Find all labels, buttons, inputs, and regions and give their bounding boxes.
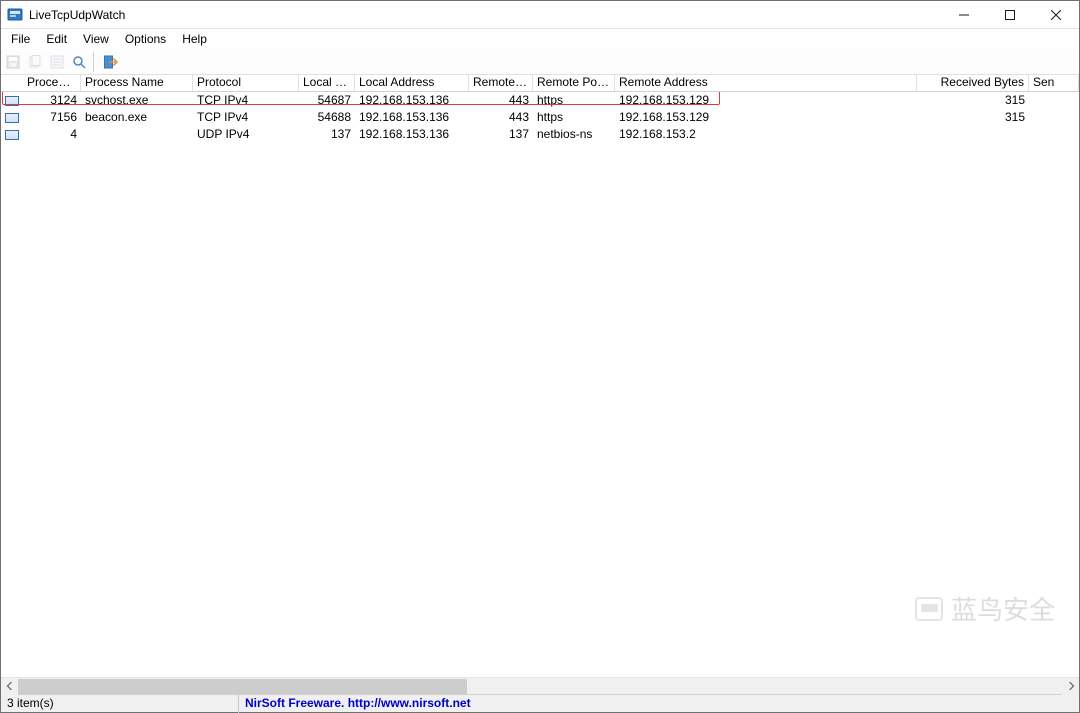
cell-laddr: 192.168.153.136 <box>355 92 469 109</box>
row-icon <box>5 96 19 106</box>
table-row[interactable]: 3124svchost.exeTCP IPv454687192.168.153.… <box>1 92 1079 109</box>
column-header-pname[interactable]: Process Name <box>81 74 193 91</box>
cell-pname: beacon.exe <box>81 109 193 126</box>
cell-rbytes: 315 <box>917 109 1029 126</box>
cell-pname: svchost.exe <box>81 92 193 109</box>
cell-pid: 3124 <box>23 92 81 109</box>
scroll-left-button[interactable] <box>1 678 18 695</box>
row-icon <box>5 130 19 140</box>
cell-rport: 443 <box>469 92 533 109</box>
save-icon[interactable] <box>3 52 23 72</box>
toolbar-separator <box>93 52 97 72</box>
exit-icon[interactable] <box>101 52 121 72</box>
cell-lport: 54688 <box>299 109 355 126</box>
window-title: LiveTcpUdpWatch <box>29 8 125 22</box>
app-icon <box>7 7 23 23</box>
cell-pid: 7156 <box>23 109 81 126</box>
cell-raddr: 192.168.153.129 <box>615 92 917 109</box>
row-icon <box>5 113 19 123</box>
column-header-laddr[interactable]: Local Address <box>355 74 469 91</box>
menu-file[interactable]: File <box>3 31 38 47</box>
watermark-text: 蓝鸟安全 <box>951 590 1055 627</box>
cell-raddr: 192.168.153.2 <box>615 126 917 143</box>
cell-pname <box>81 126 193 143</box>
app-window: LiveTcpUdpWatch FileEditViewOptionsHelp <box>0 0 1080 713</box>
watermark: 蓝鸟安全 <box>915 590 1055 627</box>
minimize-button[interactable] <box>941 1 987 29</box>
horizontal-scrollbar[interactable] <box>1 677 1079 694</box>
cell-proto: TCP IPv4 <box>193 92 299 109</box>
column-headers: Process IDProcess NameProtocolLocal Port… <box>1 75 1079 92</box>
column-header-rport[interactable]: Remote Port <box>469 74 533 91</box>
menu-view[interactable]: View <box>75 31 117 47</box>
close-button[interactable] <box>1033 1 1079 29</box>
cell-rbytes: 315 <box>917 92 1029 109</box>
cell-rport: 137 <box>469 126 533 143</box>
table-row[interactable]: 4UDP IPv4137192.168.153.136137netbios-ns… <box>1 126 1079 143</box>
menubar: FileEditViewOptionsHelp <box>1 29 1079 49</box>
table-row[interactable]: 7156beacon.exeTCP IPv454688192.168.153.1… <box>1 109 1079 126</box>
data-area: 3124svchost.exeTCP IPv454687192.168.153.… <box>1 92 1079 677</box>
cell-laddr: 192.168.153.136 <box>355 126 469 143</box>
menu-help[interactable]: Help <box>174 31 215 47</box>
column-header-raddr[interactable]: Remote Address <box>615 74 917 91</box>
cell-icon <box>1 109 23 126</box>
menu-edit[interactable]: Edit <box>38 31 75 47</box>
properties-icon[interactable] <box>47 52 67 72</box>
statusbar: 3 item(s) NirSoft Freeware. http://www.n… <box>1 694 1079 712</box>
maximize-button[interactable] <box>987 1 1033 29</box>
cell-raddr: 192.168.153.129 <box>615 109 917 126</box>
column-header-icon[interactable] <box>1 74 23 91</box>
scroll-thumb[interactable] <box>18 679 467 694</box>
titlebar: LiveTcpUdpWatch <box>1 1 1079 29</box>
cell-sent <box>1029 92 1079 109</box>
cell-rport: 443 <box>469 109 533 126</box>
cell-rbytes <box>917 126 1029 143</box>
cell-pid: 4 <box>23 126 81 143</box>
cell-laddr: 192.168.153.136 <box>355 109 469 126</box>
watermark-icon <box>915 597 943 621</box>
toolbar <box>1 49 1079 75</box>
status-item-count: 3 item(s) <box>1 695 239 713</box>
cell-icon <box>1 92 23 109</box>
cell-sent <box>1029 109 1079 126</box>
column-header-lport[interactable]: Local Port <box>299 74 355 91</box>
cell-icon <box>1 126 23 143</box>
cell-lport: 54687 <box>299 92 355 109</box>
cell-sent <box>1029 126 1079 143</box>
column-header-pid[interactable]: Process ID <box>23 74 81 91</box>
cell-rportn: netbios-ns <box>533 126 615 143</box>
column-header-sent[interactable]: Sen <box>1029 74 1079 91</box>
table-rows: 3124svchost.exeTCP IPv454687192.168.153.… <box>1 92 1079 143</box>
copy-icon[interactable] <box>25 52 45 72</box>
column-header-rportn[interactable]: Remote Port ... <box>533 74 615 91</box>
scroll-right-button[interactable] <box>1062 678 1079 695</box>
scroll-track[interactable] <box>18 678 1062 695</box>
cell-proto: TCP IPv4 <box>193 109 299 126</box>
menu-options[interactable]: Options <box>117 31 174 47</box>
cell-rportn: https <box>533 92 615 109</box>
cell-proto: UDP IPv4 <box>193 126 299 143</box>
column-header-rbytes[interactable]: Received Bytes <box>917 74 1029 91</box>
cell-lport: 137 <box>299 126 355 143</box>
status-freeware: NirSoft Freeware. http://www.nirsoft.net <box>239 695 1079 713</box>
cell-rportn: https <box>533 109 615 126</box>
find-icon[interactable] <box>69 52 89 72</box>
column-header-proto[interactable]: Protocol <box>193 74 299 91</box>
